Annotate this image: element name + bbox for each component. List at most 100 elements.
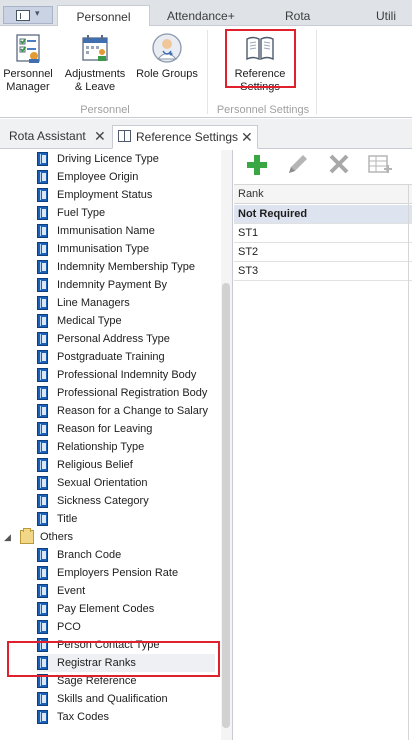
- edit-icon[interactable]: [282, 151, 312, 179]
- highlight-box-reference-settings: [225, 29, 296, 88]
- tree-item-label: Sickness Category: [57, 495, 149, 507]
- tree-item-label: Title: [57, 513, 78, 525]
- table-cell: ST2: [238, 246, 259, 258]
- group-separator: [316, 30, 317, 114]
- book-icon: [37, 368, 48, 382]
- tree-item-label: Employers Pension Rate: [57, 567, 179, 579]
- tree-item[interactable]: Reason for a Change to Salary: [37, 402, 217, 420]
- scrollbar-thumb[interactable]: [222, 283, 230, 728]
- tree-item-label: Driving Licence Type: [57, 153, 159, 165]
- tree-item[interactable]: Branch Code: [37, 546, 217, 564]
- personnel-manager-label-1: Personnel: [3, 68, 53, 80]
- tree-item-label: Indemnity Payment By: [57, 279, 168, 291]
- tree-item[interactable]: Indemnity Membership Type: [37, 258, 217, 276]
- tree-item[interactable]: Professional Indemnity Body: [37, 366, 217, 384]
- book-icon: [37, 242, 48, 256]
- adjustments-leave-label-2: & Leave: [74, 81, 116, 93]
- group-label-personnel: Personnel: [80, 104, 130, 116]
- tree-item-label: Personal Address Type: [57, 333, 170, 345]
- tree-item[interactable]: Relationship Type: [37, 438, 217, 456]
- tree-item[interactable]: Employee Origin: [37, 168, 217, 186]
- tree-item[interactable]: PCO: [37, 618, 217, 636]
- tab-rota[interactable]: Rota: [285, 9, 310, 23]
- tab-rota-assistant[interactable]: Rota Assistant ✕: [3, 125, 109, 149]
- tree-item[interactable]: Religious Belief: [37, 456, 217, 474]
- checklist-icon: [12, 32, 44, 64]
- tab-attendance[interactable]: Attendance+: [167, 9, 235, 23]
- table-row[interactable]: ST3: [234, 262, 412, 281]
- role-groups-button[interactable]: Role Groups: [135, 32, 199, 81]
- tree-item[interactable]: Sexual Orientation: [37, 474, 217, 492]
- group-separator: [207, 30, 208, 114]
- tree-item[interactable]: Postgraduate Training: [37, 348, 217, 366]
- tree-item[interactable]: Title: [37, 510, 217, 528]
- book-icon: [37, 584, 48, 598]
- tree-item[interactable]: Immunisation Name: [37, 222, 217, 240]
- doctor-group-icon: [151, 32, 183, 64]
- personnel-manager-button[interactable]: Personnel Manager: [2, 32, 54, 94]
- tree-item-label: Branch Code: [57, 549, 122, 561]
- grid-column-header[interactable]: Rank: [234, 184, 412, 204]
- tree-item[interactable]: Medical Type: [37, 312, 217, 330]
- close-icon[interactable]: ✕: [241, 129, 253, 146]
- reference-grid-panel: Rank Not Required ST1 ST2 ST3: [234, 150, 412, 740]
- book-icon: [37, 260, 48, 274]
- table-cell: ST3: [238, 265, 259, 277]
- table-cell: ST1: [238, 227, 259, 239]
- tree-item[interactable]: Event: [37, 582, 217, 600]
- tree-item-label: Professional Registration Body: [57, 387, 208, 399]
- app-menu-button[interactable]: ▾: [3, 6, 53, 24]
- add-icon[interactable]: [242, 151, 272, 179]
- book-icon: [37, 170, 48, 184]
- table-row[interactable]: ST1: [234, 224, 412, 243]
- table-row[interactable]: ST2: [234, 243, 412, 262]
- adjustments-leave-button[interactable]: Adjustments & Leave: [62, 32, 128, 94]
- tree-item-label: Skills and Qualification: [57, 693, 168, 705]
- book-icon: [37, 350, 48, 364]
- book-icon: [37, 152, 48, 166]
- tree-scrollbar[interactable]: [221, 150, 232, 740]
- collapse-arrow-icon[interactable]: ◢: [4, 532, 11, 543]
- book-icon: [37, 224, 48, 238]
- tree-item[interactable]: Indemnity Payment By: [37, 276, 217, 294]
- tree-item[interactable]: Pay Element Codes: [37, 600, 217, 618]
- book-icon: [37, 314, 48, 328]
- tree-item[interactable]: Skills and Qualification: [37, 690, 217, 708]
- tree-item-label: Employee Origin: [57, 171, 139, 183]
- ribbon-body: Personnel Manager Adjustments & Leave Ro…: [0, 26, 412, 118]
- highlight-box-registrar-ranks: [7, 641, 220, 677]
- delete-icon[interactable]: [324, 151, 354, 179]
- tab-reference-settings[interactable]: Reference Settings ✕: [112, 125, 258, 149]
- tree-item[interactable]: Sickness Category: [37, 492, 217, 510]
- tab-utilities[interactable]: Utili: [376, 9, 396, 23]
- table-cell: Not Required: [238, 208, 308, 220]
- adjustments-leave-label-1: Adjustments: [64, 68, 126, 80]
- tree-item[interactable]: Driving Licence Type: [37, 150, 217, 168]
- tree-item[interactable]: Fuel Type: [37, 204, 217, 222]
- tree-item-label: Reason for Leaving: [57, 423, 153, 435]
- table-row[interactable]: Not Required: [234, 205, 412, 224]
- close-icon[interactable]: ✕: [94, 128, 106, 145]
- book-icon: [37, 188, 48, 202]
- tree-item[interactable]: Professional Registration Body: [37, 384, 217, 402]
- book-icon: [37, 548, 48, 562]
- personnel-manager-label-2: Manager: [6, 81, 50, 93]
- document-icon: [16, 10, 30, 21]
- tree-item[interactable]: Line Managers: [37, 294, 217, 312]
- tree-item-label: Employment Status: [57, 189, 153, 201]
- tree-item[interactable]: Employment Status: [37, 186, 217, 204]
- tree-item-label: Indemnity Membership Type: [57, 261, 195, 273]
- tree-item[interactable]: Employers Pension Rate: [37, 564, 217, 582]
- tree-item[interactable]: Immunisation Type: [37, 240, 217, 258]
- tree-item[interactable]: Reason for Leaving: [37, 420, 217, 438]
- tree-item[interactable]: Tax Codes: [37, 708, 217, 726]
- tree-item[interactable]: Personal Address Type: [37, 330, 217, 348]
- tab-personnel[interactable]: Personnel: [57, 5, 150, 27]
- book-icon: [37, 404, 48, 418]
- tree-item-label: Medical Type: [57, 315, 122, 327]
- book-icon: [37, 458, 48, 472]
- tree-group-others[interactable]: Others: [20, 528, 220, 546]
- grid-add-icon[interactable]: [364, 151, 394, 179]
- tree-item-label: Reason for a Change to Salary: [57, 405, 209, 417]
- tree-item-label: Tax Codes: [57, 711, 109, 723]
